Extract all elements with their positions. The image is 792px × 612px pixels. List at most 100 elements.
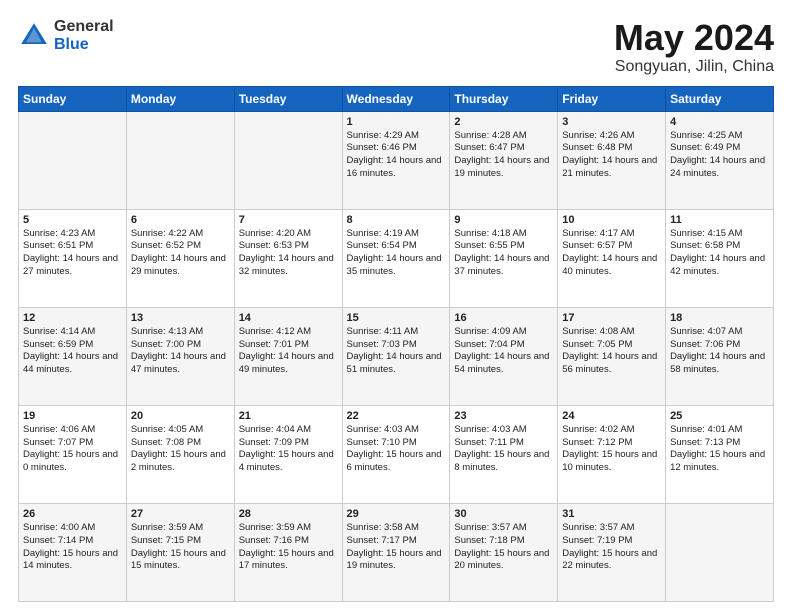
day-number: 4 [670, 116, 769, 128]
day-info: Sunrise: 4:18 AM Sunset: 6:55 PM Dayligh… [454, 228, 553, 279]
header-thursday: Thursday [450, 86, 558, 111]
calendar-cell [234, 111, 342, 209]
calendar-week-2: 12 Sunrise: 4:14 AM Sunset: 6:59 PM Dayli… [19, 307, 774, 405]
day-info: Sunrise: 3:59 AM Sunset: 7:15 PM Dayligh… [131, 522, 230, 573]
day-number: 23 [454, 410, 553, 422]
weekday-header-row: Sunday Monday Tuesday Wednesday Thursday… [19, 86, 774, 111]
day-number: 30 [454, 508, 553, 520]
logo-general-text: General [54, 18, 114, 36]
calendar-week-4: 26Sunrise: 4:00 AM Sunset: 7:14 PM Dayli… [19, 503, 774, 601]
day-info: Sunrise: 4:23 AM Sunset: 6:51 PM Dayligh… [23, 228, 122, 279]
day-number: 17 [562, 312, 661, 324]
calendar-cell: 9Sunrise: 4:18 AM Sunset: 6:55 PM Daylig… [450, 209, 558, 307]
calendar-cell: 28 Sunrise: 3:59 AM Sunset: 7:16 PM Dayli… [234, 503, 342, 601]
calendar-cell: 15Sunrise: 4:11 AM Sunset: 7:03 PM Dayli… [342, 307, 450, 405]
calendar-cell: 8Sunrise: 4:19 AM Sunset: 6:54 PM Daylig… [342, 209, 450, 307]
day-info: Sunrise: 3:58 AM Sunset: 7:17 PM Dayligh… [347, 522, 446, 573]
calendar-cell: 1 Sunrise: 4:29 AM Sunset: 6:46 PM Daylig… [342, 111, 450, 209]
title-location: Songyuan, Jilin, China [614, 58, 774, 76]
day-info: Sunrise: 4:29 AM Sunset: 6:46 PM Dayligh… [347, 130, 446, 181]
calendar-cell: 24 Sunrise: 4:02 AM Sunset: 7:12 PM Dayli… [558, 405, 666, 503]
day-info: Sunrise: 3:57 AM Sunset: 7:18 PM Dayligh… [454, 522, 553, 573]
day-number: 12 [23, 312, 122, 324]
title-block: May 2024 Songyuan, Jilin, China [614, 18, 774, 76]
calendar-cell: 10 Sunrise: 4:17 AM Sunset: 6:57 PM Dayli… [558, 209, 666, 307]
day-number: 2 [454, 116, 553, 128]
logo-blue-text: Blue [54, 36, 114, 54]
day-number: 25 [670, 410, 769, 422]
day-number: 6 [131, 214, 230, 226]
day-number: 18 [670, 312, 769, 324]
calendar-cell: 5 Sunrise: 4:23 AM Sunset: 6:51 PM Daylig… [19, 209, 127, 307]
day-number: 24 [562, 410, 661, 422]
day-info: Sunrise: 4:07 AM Sunset: 7:06 PM Dayligh… [670, 326, 769, 377]
header-tuesday: Tuesday [234, 86, 342, 111]
calendar-cell: 22 Sunrise: 4:03 AM Sunset: 7:10 PM Dayli… [342, 405, 450, 503]
header-wednesday: Wednesday [342, 86, 450, 111]
calendar-cell: 4 Sunrise: 4:25 AM Sunset: 6:49 PM Daylig… [666, 111, 774, 209]
day-number: 11 [670, 214, 769, 226]
calendar-cell: 31 Sunrise: 3:57 AM Sunset: 7:19 PM Dayli… [558, 503, 666, 601]
day-number: 7 [239, 214, 338, 226]
day-number: 19 [23, 410, 122, 422]
title-month: May 2024 [614, 18, 774, 58]
day-number: 22 [347, 410, 446, 422]
day-number: 13 [131, 312, 230, 324]
day-number: 1 [347, 116, 446, 128]
day-number: 20 [131, 410, 230, 422]
logo-icon [18, 20, 50, 52]
day-number: 31 [562, 508, 661, 520]
day-info: Sunrise: 4:13 AM Sunset: 7:00 PM Dayligh… [131, 326, 230, 377]
header-sunday: Sunday [19, 86, 127, 111]
calendar-cell: 25Sunrise: 4:01 AM Sunset: 7:13 PM Dayli… [666, 405, 774, 503]
calendar-cell: 19 Sunrise: 4:06 AM Sunset: 7:07 PM Dayli… [19, 405, 127, 503]
day-info: Sunrise: 4:25 AM Sunset: 6:49 PM Dayligh… [670, 130, 769, 181]
calendar-cell: 12 Sunrise: 4:14 AM Sunset: 6:59 PM Dayli… [19, 307, 127, 405]
calendar-week-1: 5 Sunrise: 4:23 AM Sunset: 6:51 PM Daylig… [19, 209, 774, 307]
calendar-cell: 20Sunrise: 4:05 AM Sunset: 7:08 PM Dayli… [126, 405, 234, 503]
calendar-cell: 3Sunrise: 4:26 AM Sunset: 6:48 PM Daylig… [558, 111, 666, 209]
day-info: Sunrise: 4:04 AM Sunset: 7:09 PM Dayligh… [239, 424, 338, 475]
day-info: Sunrise: 3:59 AM Sunset: 7:16 PM Dayligh… [239, 522, 338, 573]
header: General Blue May 2024 Songyuan, Jilin, C… [18, 18, 774, 76]
day-info: Sunrise: 4:15 AM Sunset: 6:58 PM Dayligh… [670, 228, 769, 279]
calendar-cell: 14Sunrise: 4:12 AM Sunset: 7:01 PM Dayli… [234, 307, 342, 405]
day-info: Sunrise: 4:14 AM Sunset: 6:59 PM Dayligh… [23, 326, 122, 377]
day-number: 8 [347, 214, 446, 226]
day-info: Sunrise: 4:22 AM Sunset: 6:52 PM Dayligh… [131, 228, 230, 279]
day-number: 27 [131, 508, 230, 520]
calendar-table: Sunday Monday Tuesday Wednesday Thursday… [18, 86, 774, 602]
day-info: Sunrise: 4:08 AM Sunset: 7:05 PM Dayligh… [562, 326, 661, 377]
day-number: 21 [239, 410, 338, 422]
day-info: Sunrise: 4:17 AM Sunset: 6:57 PM Dayligh… [562, 228, 661, 279]
page: General Blue May 2024 Songyuan, Jilin, C… [0, 0, 792, 612]
day-info: Sunrise: 4:03 AM Sunset: 7:11 PM Dayligh… [454, 424, 553, 475]
day-info: Sunrise: 4:00 AM Sunset: 7:14 PM Dayligh… [23, 522, 122, 573]
calendar-cell: 23 Sunrise: 4:03 AM Sunset: 7:11 PM Dayli… [450, 405, 558, 503]
day-info: Sunrise: 4:20 AM Sunset: 6:53 PM Dayligh… [239, 228, 338, 279]
calendar-week-0: 1 Sunrise: 4:29 AM Sunset: 6:46 PM Daylig… [19, 111, 774, 209]
day-number: 10 [562, 214, 661, 226]
day-info: Sunrise: 3:57 AM Sunset: 7:19 PM Dayligh… [562, 522, 661, 573]
day-number: 5 [23, 214, 122, 226]
day-info: Sunrise: 4:06 AM Sunset: 7:07 PM Dayligh… [23, 424, 122, 475]
calendar-cell [19, 111, 127, 209]
day-number: 16 [454, 312, 553, 324]
day-info: Sunrise: 4:02 AM Sunset: 7:12 PM Dayligh… [562, 424, 661, 475]
calendar-cell [666, 503, 774, 601]
day-info: Sunrise: 4:09 AM Sunset: 7:04 PM Dayligh… [454, 326, 553, 377]
day-number: 28 [239, 508, 338, 520]
calendar-cell: 29 Sunrise: 3:58 AM Sunset: 7:17 PM Dayli… [342, 503, 450, 601]
day-info: Sunrise: 4:03 AM Sunset: 7:10 PM Dayligh… [347, 424, 446, 475]
calendar-cell: 2Sunrise: 4:28 AM Sunset: 6:47 PM Daylig… [450, 111, 558, 209]
calendar-cell: 17 Sunrise: 4:08 AM Sunset: 7:05 PM Dayli… [558, 307, 666, 405]
day-info: Sunrise: 4:26 AM Sunset: 6:48 PM Dayligh… [562, 130, 661, 181]
calendar-week-3: 19 Sunrise: 4:06 AM Sunset: 7:07 PM Dayli… [19, 405, 774, 503]
day-number: 29 [347, 508, 446, 520]
calendar-cell: 18 Sunrise: 4:07 AM Sunset: 7:06 PM Dayli… [666, 307, 774, 405]
calendar-cell: 13 Sunrise: 4:13 AM Sunset: 7:00 PM Dayli… [126, 307, 234, 405]
calendar-cell: 27 Sunrise: 3:59 AM Sunset: 7:15 PM Dayli… [126, 503, 234, 601]
calendar-cell: 30 Sunrise: 3:57 AM Sunset: 7:18 PM Dayli… [450, 503, 558, 601]
day-number: 15 [347, 312, 446, 324]
calendar-cell: 7 Sunrise: 4:20 AM Sunset: 6:53 PM Daylig… [234, 209, 342, 307]
